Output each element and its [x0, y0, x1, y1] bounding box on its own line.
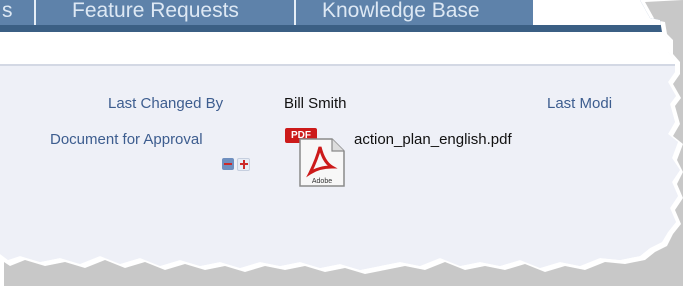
document-for-approval-label: Document for Approval [50, 131, 203, 148]
tab-bar: s Feature Requests Knowledge Base [0, 0, 683, 25]
last-changed-by-value: Bill Smith [284, 95, 347, 112]
tab-bar-empty-area [533, 0, 683, 25]
tab-divider [34, 0, 36, 25]
toolbar-strip [0, 32, 683, 66]
last-changed-by-label: Last Changed By [108, 95, 224, 112]
nav-divider-line [0, 25, 683, 32]
minus-icon[interactable] [222, 158, 234, 170]
tab-previous[interactable]: s [2, 0, 13, 25]
document-filename-link[interactable]: action_plan_english.pdf [354, 131, 512, 148]
plus-icon[interactable] [237, 158, 250, 171]
adobe-pdf-icon[interactable]: Adobe [298, 137, 346, 188]
tab-knowledge-base[interactable]: Knowledge Base [322, 0, 480, 25]
last-modified-label: Last Modi [547, 95, 613, 112]
tab-feature-requests[interactable]: Feature Requests [72, 0, 239, 25]
page-content: s Feature Requests Knowledge Base Last C… [0, 0, 683, 286]
screenshot-frame: s Feature Requests Knowledge Base Last C… [0, 0, 683, 286]
svg-text:Adobe: Adobe [312, 178, 332, 185]
tab-divider [294, 0, 296, 25]
